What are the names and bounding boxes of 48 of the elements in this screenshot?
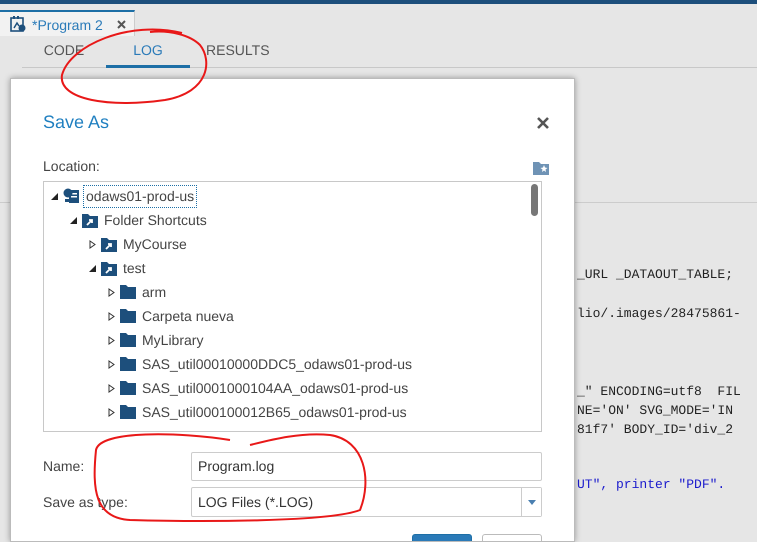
program-icon [10, 16, 26, 32]
folder-shortcut-icon [82, 212, 98, 228]
expand-icon[interactable] [107, 288, 116, 296]
folder-icon [120, 405, 136, 419]
location-label: Location: [43, 157, 100, 176]
tree-item[interactable]: Folder Shortcuts [102, 210, 209, 230]
view-tab[interactable]: RESULTS [190, 36, 274, 68]
log-line: 81f7' BODY_ID='div_2 [577, 421, 734, 439]
expand-icon[interactable] [50, 192, 59, 200]
folder-shortcut-icon [101, 236, 117, 252]
log-line: _" ENCODING=utf8 FIL [577, 383, 742, 401]
log-line: _URL _DATAOUT_TABLE; [577, 266, 734, 284]
tree-item[interactable]: MyCourse [121, 234, 189, 254]
expand-icon[interactable] [69, 216, 78, 224]
log-line: lio/.images/28475861- [577, 305, 742, 323]
expand-icon[interactable] [107, 312, 116, 320]
document-tab[interactable]: *Program 2 [0, 10, 135, 36]
folder-icon [120, 309, 136, 323]
expand-icon[interactable] [107, 360, 116, 368]
expand-icon[interactable] [107, 384, 116, 392]
tab-title: *Program 2 [32, 16, 103, 35]
tree-item[interactable]: MyLibrary [140, 330, 206, 350]
folder-icon [120, 357, 136, 371]
tree-item[interactable]: arm [140, 282, 168, 302]
expand-icon[interactable] [107, 336, 116, 344]
name-label: Name: [43, 456, 86, 476]
expand-icon[interactable] [88, 264, 97, 272]
folder-icon [120, 285, 136, 299]
dialog-title: Save As [43, 111, 110, 134]
tree-item[interactable]: SAS_util000100012B65_odaws01-prod-us [140, 402, 409, 422]
expand-icon[interactable] [88, 240, 97, 248]
log-line: UT", printer "PDF". [577, 476, 726, 494]
expand-icon[interactable] [107, 408, 116, 416]
file-type-dropdown[interactable]: LOG Files (*.LOG) [191, 487, 542, 517]
tree-item[interactable]: Carpeta nueva [140, 306, 236, 326]
tree-item[interactable]: test [121, 258, 148, 278]
view-tab[interactable]: LOG [106, 36, 190, 68]
caret-icon [528, 500, 536, 504]
name-field[interactable]: Program.log [191, 452, 542, 480]
tree-item[interactable]: odaws01-prod-us [84, 186, 196, 206]
log-line: NE='ON' SVG_MODE='IN [577, 402, 734, 420]
scrollbar-thumb[interactable] [531, 184, 538, 216]
server-icon [63, 188, 80, 204]
folder-shortcut-icon [101, 260, 117, 276]
folder-icon [120, 381, 136, 395]
tree-item[interactable]: SAS_util00010000DDC5_odaws01-prod-us [140, 354, 414, 374]
tree-item[interactable]: SAS_util0001000104AA_odaws01-prod-us [140, 378, 410, 398]
folder-icon [120, 333, 136, 347]
